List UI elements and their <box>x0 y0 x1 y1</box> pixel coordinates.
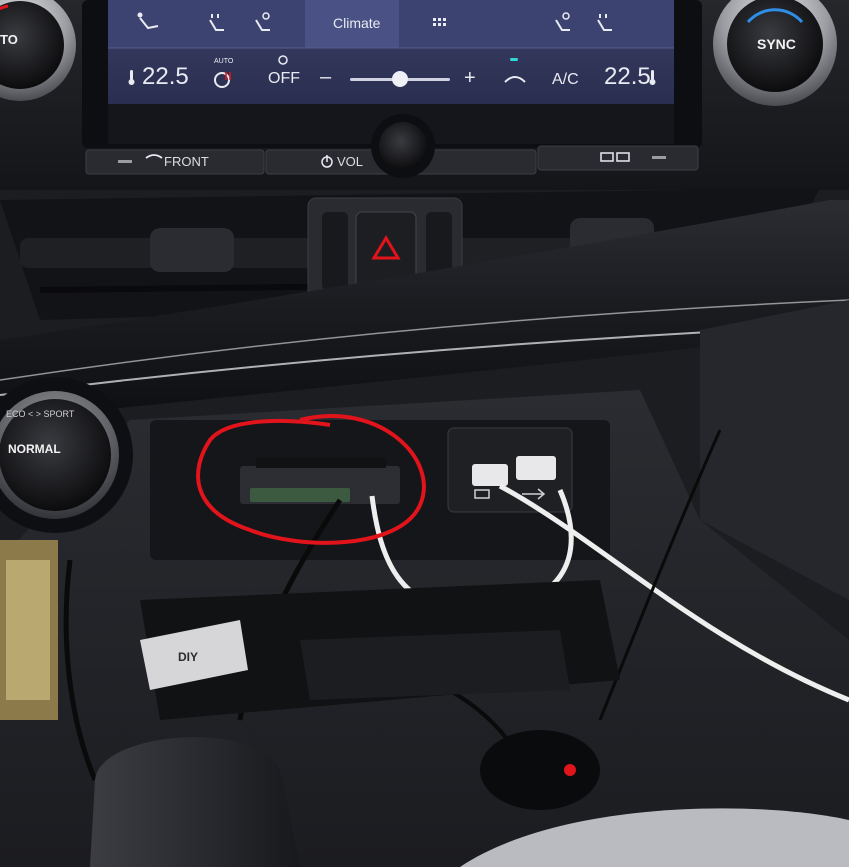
volume-knob[interactable] <box>371 114 435 178</box>
fan-increase-button[interactable]: + <box>464 67 476 90</box>
drive-mode-label: NORMAL <box>8 442 61 456</box>
center-console-photo <box>0 0 849 867</box>
drive-mode-ring-label: ECO < > SPORT <box>6 409 75 419</box>
sticker-text: DIY <box>178 650 199 664</box>
usb-a-port[interactable] <box>516 456 556 480</box>
fan-decrease-button[interactable]: – <box>320 66 331 89</box>
left-temperature-readout: 22.5 <box>142 63 189 90</box>
fan-state-label[interactable]: OFF <box>268 70 300 88</box>
sync-knob-label: SYNC <box>757 36 796 52</box>
left-knob-label: TO <box>0 32 18 47</box>
usb-c-port[interactable] <box>472 464 508 486</box>
auto-label: AUTO <box>214 58 234 65</box>
front-defrost-button[interactable]: FRONT <box>164 154 209 169</box>
volume-label: VOL <box>337 154 364 169</box>
right-temperature-readout: 22.5 <box>604 63 651 90</box>
cup-holder <box>480 730 600 810</box>
gold-trim <box>0 540 58 720</box>
climate-tab-label[interactable]: Climate <box>333 15 380 31</box>
gear-shifter[interactable] <box>90 737 300 867</box>
mini-computer-device <box>240 458 400 504</box>
ac-button[interactable]: A/C <box>552 71 579 89</box>
